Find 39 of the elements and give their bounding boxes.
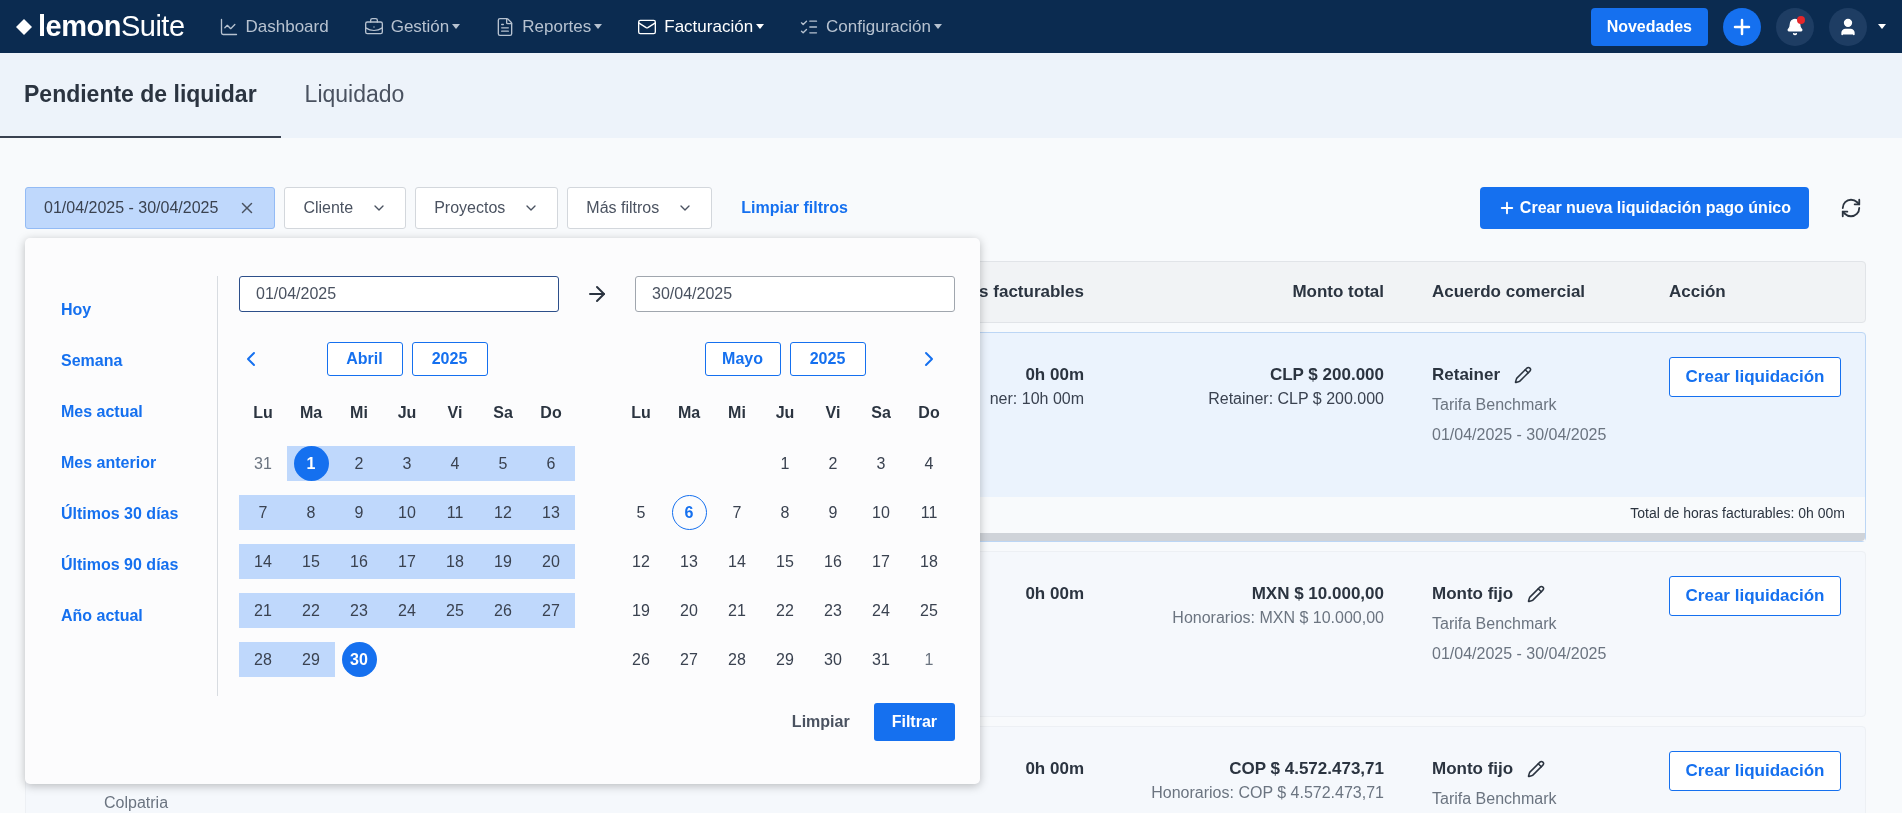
- weekday-label: Ma: [299, 404, 323, 422]
- agreement-name: Monto fijo: [1432, 584, 1514, 605]
- weekday-label: Vi: [825, 404, 841, 422]
- weekday-label: Do: [540, 404, 562, 422]
- amount-value: COP $ 4.572.473,71: [1229, 759, 1384, 780]
- logo: lemonSuite: [38, 10, 185, 43]
- amount-value: CLP $ 200.000: [1269, 365, 1384, 386]
- hours-detail: ner: 10h 00m: [989, 389, 1084, 409]
- weekday-label: Mi: [728, 404, 746, 422]
- period-text: 01/04/2025 - 30/04/2025: [1432, 424, 1607, 444]
- hours-value: 0h 00m: [1025, 759, 1084, 780]
- weekday-label: Ma: [677, 404, 701, 422]
- weekday-label: Ju: [775, 404, 795, 422]
- weekday-label: Sa: [493, 404, 513, 422]
- column-header: Acción: [1669, 282, 1726, 302]
- weekday-label: Ju: [397, 404, 417, 422]
- agreement-name: Retainer: [1432, 365, 1501, 386]
- weekday-label: Do: [918, 404, 940, 422]
- client-name: Colpatria: [104, 793, 169, 813]
- period-text: 01/04/2025 - 30/04/2025: [1432, 643, 1607, 663]
- amount-detail: Honorarios: COP $ 4.572.473,71: [1151, 783, 1384, 803]
- rate-name: Tarifa Benchmark: [1432, 395, 1557, 415]
- weekday-label: Vi: [447, 404, 463, 422]
- total-hours-text: Total de horas facturables: 0h 00m: [1630, 505, 1845, 521]
- weekday-label: Lu: [253, 404, 273, 422]
- weekday-label: Mi: [350, 404, 368, 422]
- weekday-label: Lu: [631, 404, 651, 422]
- amount-detail: Honorarios: MXN $ 10.000,00: [1172, 608, 1384, 628]
- amount-detail: Retainer: CLP $ 200.000: [1208, 389, 1384, 409]
- hours-value: 0h 00m: [1025, 365, 1084, 386]
- column-header: s facturables: [979, 282, 1084, 302]
- agreement-name: Monto fijo: [1432, 759, 1514, 780]
- weekday-label: Sa: [871, 404, 891, 422]
- column-header: Monto total: [1292, 282, 1384, 302]
- hours-value: 0h 00m: [1025, 584, 1084, 605]
- rate-name: Tarifa Benchmark: [1432, 614, 1557, 634]
- rate-name: Tarifa Benchmark: [1432, 789, 1557, 809]
- amount-value: MXN $ 10.000,00: [1251, 584, 1384, 605]
- column-header: Acuerdo comercial: [1431, 282, 1586, 302]
